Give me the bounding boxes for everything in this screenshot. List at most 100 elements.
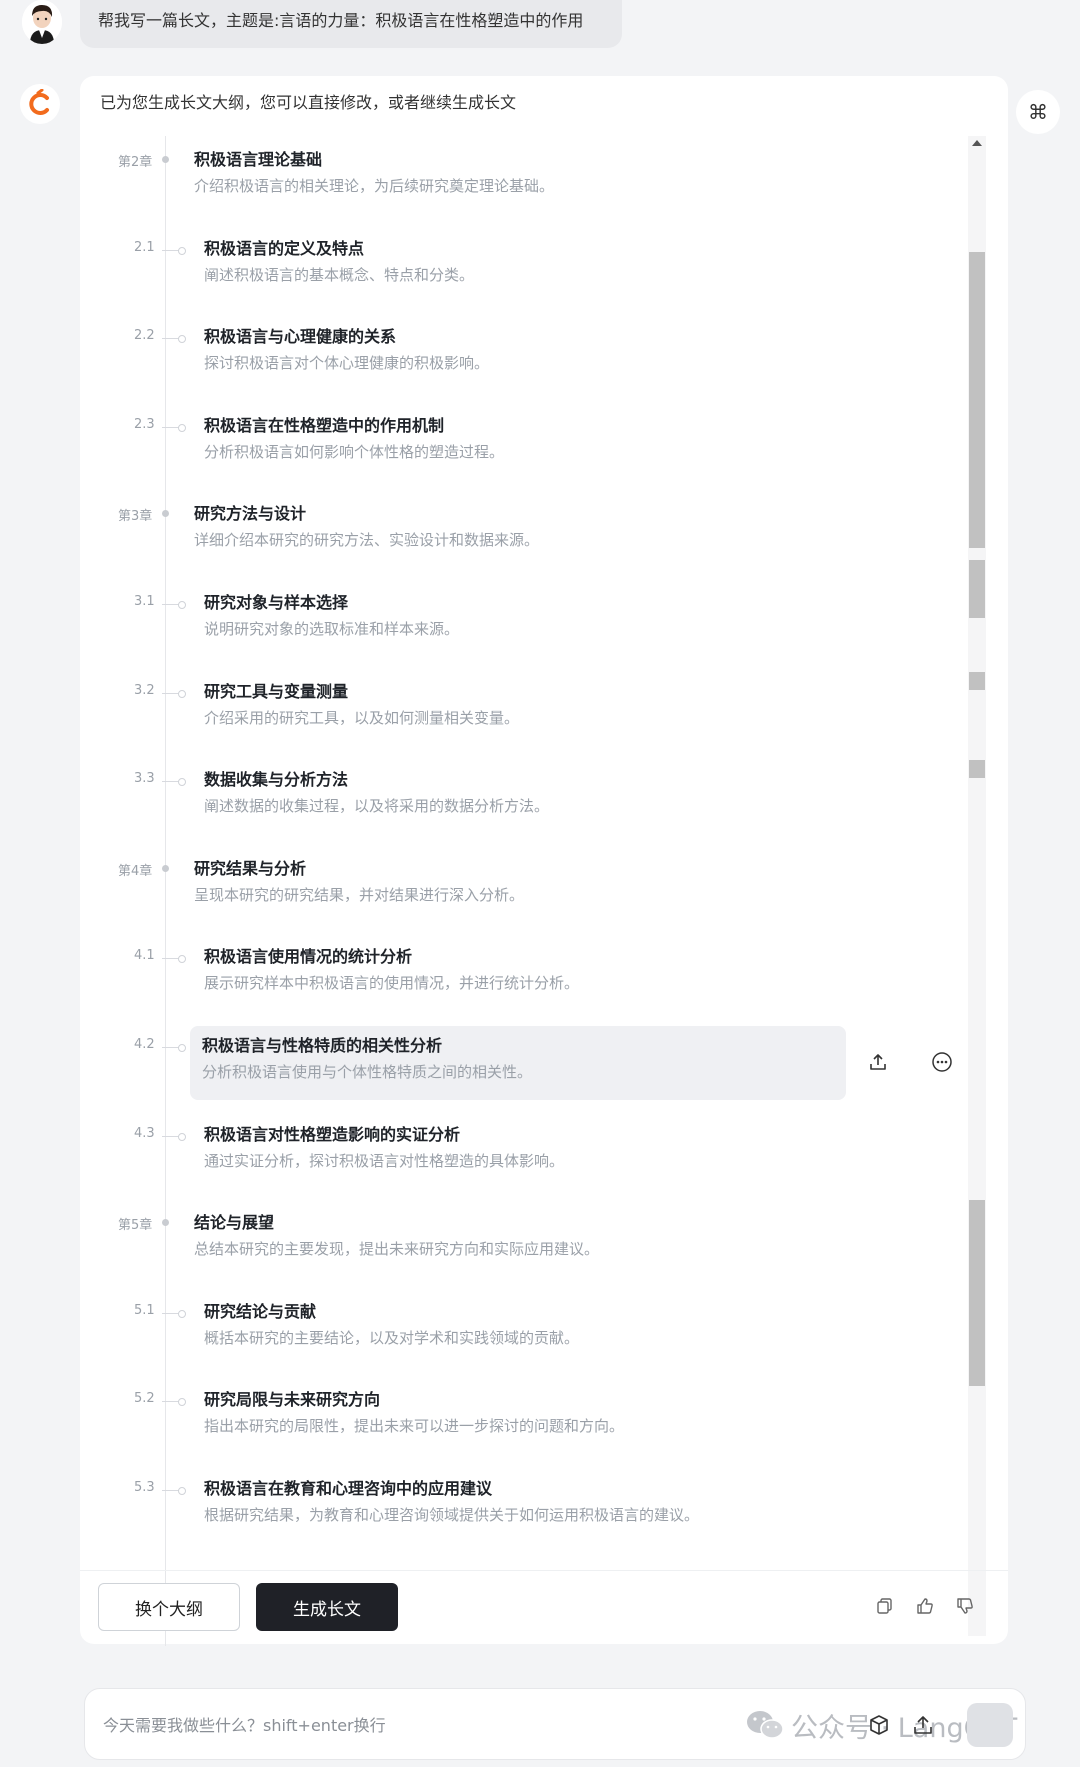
outline-section-item[interactable]: 5.1 研究结论与贡献 概括本研究的主要结论，以及对学术和实践领域的贡献。 <box>80 1288 920 1366</box>
outline-item-body[interactable]: 研究结论与贡献 概括本研究的主要结论，以及对学术和实践领域的贡献。 <box>192 1292 591 1358</box>
scrollbar-thumb[interactable] <box>969 252 985 548</box>
outline-item-title[interactable]: 研究结果与分析 <box>194 857 524 881</box>
outline-item-title[interactable]: 研究工具与变量测量 <box>204 680 519 704</box>
outline-item-title[interactable]: 积极语言理论基础 <box>194 148 554 172</box>
command-icon[interactable]: ⌘ <box>1016 90 1060 134</box>
outline-section-item[interactable]: 2.3 积极语言在性格塑造中的作用机制 分析积极语言如何影响个体性格的塑造过程。 <box>80 402 920 480</box>
outline-item-description[interactable]: 阐述积极语言的基本概念、特点和分类。 <box>204 263 474 287</box>
outline-item-number: 第5章 <box>118 1218 153 1234</box>
chat-input[interactable] <box>103 1709 703 1741</box>
share-icon[interactable] <box>866 1050 890 1074</box>
user-message-bubble: 帮我写一篇长文，主题是:言语的力量：积极语言在性格塑造中的作用 <box>80 0 622 48</box>
outline-item-body[interactable]: 积极语言的定义及特点 阐述积极语言的基本概念、特点和分类。 <box>192 229 486 295</box>
outline-item-description[interactable]: 总结本研究的主要发现，提出未来研究方向和实际应用建议。 <box>194 1237 599 1261</box>
thumbs-up-icon[interactable] <box>914 1595 936 1617</box>
more-options-icon[interactable] <box>930 1050 954 1074</box>
outline-item-body[interactable]: 研究局限与未来研究方向 指出本研究的局限性，提出未来可以进一步探讨的问题和方向。 <box>192 1380 636 1446</box>
outline-section-item[interactable]: 5.2 研究局限与未来研究方向 指出本研究的局限性，提出未来可以进一步探讨的问题和方… <box>80 1376 920 1454</box>
outline-item-description[interactable]: 分析积极语言如何影响个体性格的塑造过程。 <box>204 440 504 464</box>
outline-section-item[interactable]: 3.1 研究对象与样本选择 说明研究对象的选取标准和样本来源。 <box>80 579 920 657</box>
outline-chapter-item[interactable]: 第4章 研究结果与分析 呈现本研究的研究结果，并对结果进行深入分析。 <box>80 845 920 923</box>
outline-item-body[interactable]: 研究工具与变量测量 介绍采用的研究工具，以及如何测量相关变量。 <box>192 672 531 738</box>
outline-item-number: 3.1 <box>134 594 155 609</box>
outline-item-body[interactable]: 积极语言在性格塑造中的作用机制 分析积极语言如何影响个体性格的塑造过程。 <box>192 406 516 472</box>
outline-section-item[interactable]: 3.2 研究工具与变量测量 介绍采用的研究工具，以及如何测量相关变量。 <box>80 668 920 746</box>
outline-item-title[interactable]: 数据收集与分析方法 <box>204 768 549 792</box>
outline-item-body[interactable]: 积极语言与性格特质的相关性分析 分析积极语言使用与个体性格特质之间的相关性。 <box>190 1026 846 1100</box>
outline-item-body[interactable]: 积极语言与心理健康的关系 探讨积极语言对个体心理健康的积极影响。 <box>192 317 501 383</box>
outline-item-title[interactable]: 积极语言与心理健康的关系 <box>204 325 489 349</box>
outline-item-title[interactable]: 积极语言使用情况的统计分析 <box>204 945 579 969</box>
generate-article-button[interactable]: 生成长文 <box>256 1583 398 1631</box>
outline-item-description[interactable]: 探讨积极语言对个体心理健康的积极影响。 <box>204 351 489 375</box>
timeline-node-icon <box>162 778 186 787</box>
outline-section-item[interactable]: 4.2 积极语言与性格特质的相关性分析 分析积极语言使用与个体性格特质之间的相关性。 <box>80 1022 952 1100</box>
outline-scrollbar[interactable] <box>968 136 986 1636</box>
outline-item-title[interactable]: 研究对象与样本选择 <box>204 591 459 615</box>
send-button[interactable] <box>967 1703 1013 1747</box>
outline-chapter-item[interactable]: 第2章 积极语言理论基础 介绍积极语言的相关理论，为后续研究奠定理论基础。 <box>80 136 920 214</box>
timeline-node-icon <box>162 246 186 255</box>
scrollbar-thumb-segment[interactable] <box>969 1200 985 1386</box>
outline-section-item[interactable]: 3.3 数据收集与分析方法 阐述数据的收集过程，以及将采用的数据分析方法。 <box>80 756 920 834</box>
outline-item-description[interactable]: 详细介绍本研究的研究方法、实验设计和数据来源。 <box>194 528 539 552</box>
outline-item-description[interactable]: 说明研究对象的选取标准和样本来源。 <box>204 617 459 641</box>
scrollbar-thumb-segment[interactable] <box>969 560 985 618</box>
chat-input-bar: 公众号 · LangGPT <box>84 1688 1026 1760</box>
wechat-icon <box>747 1711 784 1739</box>
outline-item-description[interactable]: 展示研究样本中积极语言的使用情况，并进行统计分析。 <box>204 971 579 995</box>
outline-item-description[interactable]: 通过实证分析，探讨积极语言对性格塑造的具体影响。 <box>204 1149 564 1173</box>
outline-item-body[interactable]: 积极语言理论基础 介绍积极语言的相关理论，为后续研究奠定理论基础。 <box>182 140 566 206</box>
scrollbar-thumb-segment[interactable] <box>969 760 985 778</box>
cube-icon[interactable] <box>867 1713 891 1737</box>
change-outline-button[interactable]: 换个大纲 <box>98 1583 240 1631</box>
outline-item-title[interactable]: 研究局限与未来研究方向 <box>204 1388 624 1412</box>
outline-item-title[interactable]: 积极语言对性格塑造影响的实证分析 <box>204 1123 564 1147</box>
outline-item-body[interactable]: 积极语言对性格塑造影响的实证分析 通过实证分析，探讨积极语言对性格塑造的具体影响。 <box>192 1115 576 1181</box>
outline-item-description[interactable]: 指出本研究的局限性，提出未来可以进一步探讨的问题和方向。 <box>204 1414 624 1438</box>
timeline-node-icon <box>162 955 186 964</box>
outline-section-item[interactable]: 2.2 积极语言与心理健康的关系 探讨积极语言对个体心理健康的积极影响。 <box>80 313 920 391</box>
outline-item-number: 3.2 <box>134 682 155 698</box>
timeline-node-icon <box>162 1309 186 1318</box>
outline-list[interactable]: 第2章 积极语言理论基础 介绍积极语言的相关理论，为后续研究奠定理论基础。 2.1 积极… <box>80 136 988 1646</box>
outline-item-body[interactable]: 积极语言在教育和心理咨询中的应用建议 根据研究结果，为教育和心理咨询领域提供关于如… <box>192 1469 711 1535</box>
outline-item-description[interactable]: 呈现本研究的研究结果，并对结果进行深入分析。 <box>194 883 524 907</box>
outline-item-body[interactable]: 研究方法与设计 详细介绍本研究的研究方法、实验设计和数据来源。 <box>182 494 551 560</box>
user-avatar <box>22 0 62 44</box>
outline-item-number: 2.2 <box>134 328 155 344</box>
outline-item-body[interactable]: 结论与展望 总结本研究的主要发现，提出未来研究方向和实际应用建议。 <box>182 1203 611 1269</box>
outline-item-description[interactable]: 分析积极语言使用与个体性格特质之间的相关性。 <box>202 1060 834 1084</box>
outline-item-title[interactable]: 积极语言在性格塑造中的作用机制 <box>204 414 504 438</box>
timeline-node-icon <box>162 335 186 344</box>
outline-item-description[interactable]: 概括本研究的主要结论，以及对学术和实践领域的贡献。 <box>204 1326 579 1350</box>
outline-item-body[interactable]: 研究结果与分析 呈现本研究的研究结果，并对结果进行深入分析。 <box>182 849 536 915</box>
outline-item-title[interactable]: 积极语言的定义及特点 <box>204 237 474 261</box>
outline-item-body[interactable]: 积极语言使用情况的统计分析 展示研究样本中积极语言的使用情况，并进行统计分析。 <box>192 937 591 1003</box>
outline-section-item[interactable]: 4.3 积极语言对性格塑造影响的实证分析 通过实证分析，探讨积极语言对性格塑造的具体… <box>80 1111 920 1189</box>
outline-chapter-item[interactable]: 第3章 研究方法与设计 详细介绍本研究的研究方法、实验设计和数据来源。 <box>80 490 920 568</box>
outline-item-title[interactable]: 研究结论与贡献 <box>204 1300 579 1324</box>
outline-item-body[interactable]: 数据收集与分析方法 阐述数据的收集过程，以及将采用的数据分析方法。 <box>192 760 561 826</box>
outline-chapter-item[interactable]: 第5章 结论与展望 总结本研究的主要发现，提出未来研究方向和实际应用建议。 <box>80 1199 920 1277</box>
scrollbar-thumb-segment[interactable] <box>969 672 985 690</box>
outline-item-number: 第3章 <box>118 509 153 525</box>
outline-item-description[interactable]: 介绍采用的研究工具，以及如何测量相关变量。 <box>204 706 519 730</box>
outline-item-description[interactable]: 介绍积极语言的相关理论，为后续研究奠定理论基础。 <box>194 174 554 198</box>
outline-item-description[interactable]: 阐述数据的收集过程，以及将采用的数据分析方法。 <box>204 794 549 818</box>
outline-section-item[interactable]: 4.1 积极语言使用情况的统计分析 展示研究样本中积极语言的使用情况，并进行统计分析… <box>80 933 920 1011</box>
assistant-intro-text: 已为您生成长文大纲，您可以直接修改，或者继续生成长文 <box>100 93 517 112</box>
upload-icon[interactable] <box>911 1713 935 1737</box>
outline-item-body[interactable]: 研究对象与样本选择 说明研究对象的选取标准和样本来源。 <box>192 583 471 649</box>
outline-item-description[interactable]: 根据研究结果，为教育和心理咨询领域提供关于如何运用积极语言的建议。 <box>204 1503 699 1527</box>
thumbs-down-icon[interactable] <box>954 1595 976 1617</box>
scroll-up-arrow-icon[interactable] <box>972 140 982 146</box>
outline-item-title[interactable]: 结论与展望 <box>194 1211 599 1235</box>
card-footer: 换个大纲 生成长文 <box>80 1570 1008 1644</box>
copy-icon[interactable] <box>874 1595 896 1617</box>
outline-item-title[interactable]: 研究方法与设计 <box>194 502 539 526</box>
outline-item-title[interactable]: 积极语言与性格特质的相关性分析 <box>202 1034 834 1058</box>
outline-section-item[interactable]: 2.1 积极语言的定义及特点 阐述积极语言的基本概念、特点和分类。 <box>80 225 920 303</box>
outline-section-item[interactable]: 5.3 积极语言在教育和心理咨询中的应用建议 根据研究结果，为教育和心理咨询领域提供… <box>80 1465 920 1543</box>
outline-item-title[interactable]: 积极语言在教育和心理咨询中的应用建议 <box>204 1477 699 1501</box>
